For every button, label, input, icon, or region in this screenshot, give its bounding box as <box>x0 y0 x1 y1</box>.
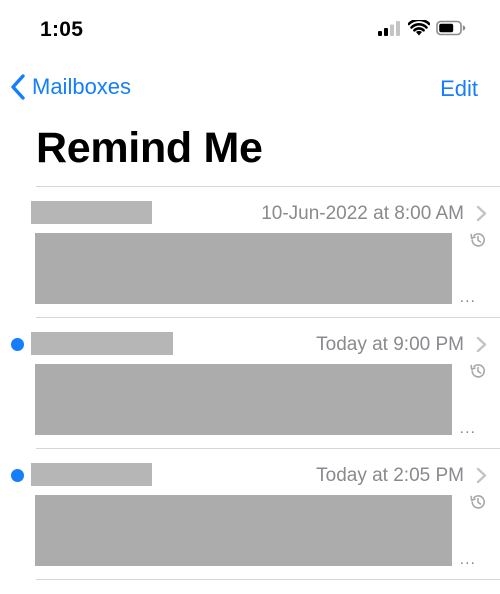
sender-name-redacted <box>31 463 152 486</box>
list-separator <box>36 579 500 580</box>
message-preview-redacted <box>35 495 452 566</box>
remind-me-clock-icon <box>470 364 485 378</box>
unread-indicator <box>11 469 24 482</box>
message-preview-redacted <box>35 364 452 435</box>
message-list: 10-Jun-2022 at 8:00 AM ... Today at 9:00… <box>0 186 500 580</box>
mailboxes-back-label: Mailboxes <box>32 74 132 99</box>
message-date: Today at 9:00 PM <box>316 334 464 355</box>
edit-button[interactable]: Edit <box>440 76 478 102</box>
status-icons <box>378 20 466 36</box>
message-row[interactable]: Today at 2:05 PM ... <box>0 449 500 579</box>
message-row[interactable]: Today at 9:00 PM ... <box>0 318 500 448</box>
message-date: 10-Jun-2022 at 8:00 AM <box>261 203 464 224</box>
navigation-bar: Mailboxes Edit <box>0 66 500 110</box>
status-time: 1:05 <box>40 18 84 41</box>
chevron-right-icon <box>476 467 487 484</box>
more-indicator: ... <box>459 289 476 306</box>
message-preview-redacted <box>35 233 452 304</box>
wifi-icon <box>408 20 430 36</box>
mailboxes-back-button[interactable]: Mailboxes <box>10 74 131 100</box>
page-title: Remind Me <box>36 124 263 172</box>
unread-indicator <box>11 338 24 351</box>
message-date: Today at 2:05 PM <box>316 465 464 486</box>
status-bar: 1:05 <box>0 0 500 60</box>
battery-icon <box>436 20 466 36</box>
sender-name-redacted <box>31 201 152 224</box>
remind-me-clock-icon <box>470 495 485 509</box>
more-indicator: ... <box>459 551 476 568</box>
chevron-right-icon <box>476 336 487 353</box>
sender-name-redacted <box>31 332 173 355</box>
more-indicator: ... <box>459 420 476 437</box>
chevron-left-icon <box>11 74 25 100</box>
chevron-right-icon <box>476 205 487 222</box>
message-row[interactable]: 10-Jun-2022 at 8:00 AM ... <box>0 187 500 317</box>
cellular-signal-icon <box>378 21 400 36</box>
remind-me-clock-icon <box>470 233 485 247</box>
